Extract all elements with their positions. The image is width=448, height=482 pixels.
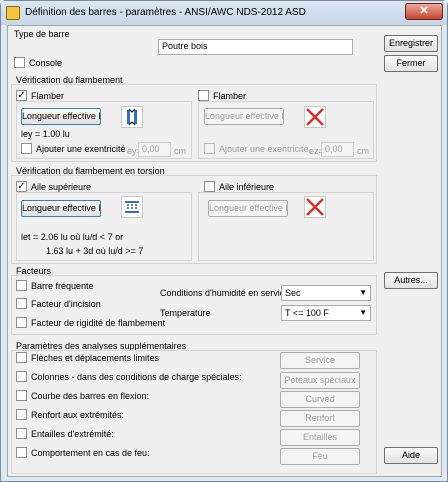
analysis-checkbox-3[interactable] <box>16 409 27 420</box>
reinforcement-button[interactable]: Renfort <box>280 410 360 427</box>
disabled-cross-icon <box>304 106 326 130</box>
disabled-cross-icon <box>304 196 326 220</box>
eccentricity-y-label: Ajouter une exentricité <box>36 144 126 154</box>
console-label: Console <box>29 58 63 68</box>
facteur-checkbox-2[interactable] <box>16 317 27 328</box>
let-formula-line2: 1.63 lu + 3d où lu/d >= 7 <box>46 246 144 256</box>
bottom-flange-checkbox[interactable] <box>204 181 215 192</box>
flamber-z-label: Flamber <box>213 91 247 101</box>
effective-length-lez-button[interactable]: Longueur effective lez <box>204 108 284 125</box>
humidity-select[interactable]: Sec ▼ <box>281 285 371 301</box>
flamber-z-checkbox[interactable] <box>198 90 209 101</box>
title-bar[interactable]: Définition des barres - paramètres - ANS… <box>1 1 447 25</box>
ez-input[interactable]: 0,00 <box>321 142 354 157</box>
ey-input[interactable]: 0,00 <box>138 142 171 157</box>
temperature-label: Temperature <box>160 308 211 318</box>
ez-unit: cm <box>357 146 369 156</box>
humidity-label: Conditions d'humidité en service <box>160 288 290 298</box>
effective-length-leb-button[interactable]: Longueur effective leb <box>208 200 288 217</box>
app-icon <box>6 6 20 20</box>
temperature-select[interactable]: T <= 100 F ▼ <box>281 305 371 321</box>
more-button[interactable]: Autres... <box>384 272 438 289</box>
analysis-label-2: Courbe des barres en flexion: <box>31 391 150 401</box>
eccentricity-z-checkbox[interactable] <box>204 143 215 154</box>
analysis-label-5: Comportement en cas de feu: <box>31 448 150 458</box>
window-title: Définition des barres - paramètres - ANS… <box>25 7 306 18</box>
effective-length-ley-button[interactable]: Longueur effective ley <box>21 108 101 125</box>
service-button[interactable]: Service <box>280 352 360 369</box>
close-button[interactable]: Fermer <box>384 55 438 72</box>
analysis-checkbox-5[interactable] <box>16 447 27 458</box>
chevron-down-icon: ▼ <box>359 308 367 317</box>
analysis-checkbox-0[interactable] <box>16 352 27 363</box>
bar-type-name-input[interactable]: Poutre bois <box>158 39 353 55</box>
analysis-checkbox-2[interactable] <box>16 390 27 401</box>
analysis-label-3: Renfort aux extrémités: <box>31 410 125 420</box>
save-button[interactable]: Enregistrer <box>384 35 438 52</box>
type-barre-title: Type de barre <box>14 29 70 39</box>
let-formula-line1: let = 2.06 lu où lu/d < 7 or <box>21 232 124 242</box>
eccentricity-y-checkbox[interactable] <box>21 143 32 154</box>
notches-button[interactable]: Entailles <box>280 429 360 446</box>
column-buckling-icon <box>121 106 143 128</box>
humidity-select-value: Sec <box>285 288 301 298</box>
facteur-label-0: Barre fréquente <box>31 281 94 291</box>
flamber-y-checkbox[interactable]: ✓ <box>16 90 27 101</box>
console-checkbox[interactable] <box>14 57 25 68</box>
special-columns-button[interactable]: Poteaux spéciaux <box>280 372 360 389</box>
dialog-window: Définition des barres - paramètres - ANS… <box>0 0 448 482</box>
analysis-label-4: Entailles d'extrémité: <box>31 429 114 439</box>
analysis-checkbox-1[interactable] <box>16 371 27 382</box>
fire-button[interactable]: Feu <box>280 448 360 465</box>
facteur-label-1: Facteur d'incision <box>31 299 101 309</box>
chevron-down-icon: ▼ <box>359 288 367 297</box>
analysis-checkbox-4[interactable] <box>16 428 27 439</box>
facteur-label-2: Facteur de rigidité de flambement <box>31 318 166 328</box>
top-flange-label: Aile supérieure <box>31 182 92 192</box>
analysis-label-1: Colonnes - dans des conditions de charge… <box>31 372 242 382</box>
analysis-label-0: Flèches et déplacements limites <box>31 353 160 363</box>
top-flange-checkbox[interactable]: ✓ <box>16 181 27 192</box>
flamber-y-label: Flamber <box>31 91 65 101</box>
bottom-flange-label: Aile inférieure <box>219 182 275 192</box>
temperature-select-value: T <= 100 F <box>285 308 329 318</box>
window-close-button[interactable]: ✕ <box>405 3 443 20</box>
ley-value: ley = 1.00 lu <box>21 129 70 139</box>
facteur-checkbox-0[interactable] <box>16 280 27 291</box>
lateral-torsion-icon <box>121 196 143 218</box>
help-button[interactable]: Aide <box>384 447 438 464</box>
effective-length-let-button[interactable]: Longueur effective let <box>21 200 101 217</box>
eccentricity-z-label: Ajouter une exentricité <box>219 144 309 154</box>
dialog-client: Type de barre Poutre bois Console Enregi… <box>7 25 442 477</box>
facteur-checkbox-1[interactable] <box>16 298 27 309</box>
curved-button[interactable]: Curved <box>280 391 360 408</box>
ey-unit: cm <box>174 146 186 156</box>
